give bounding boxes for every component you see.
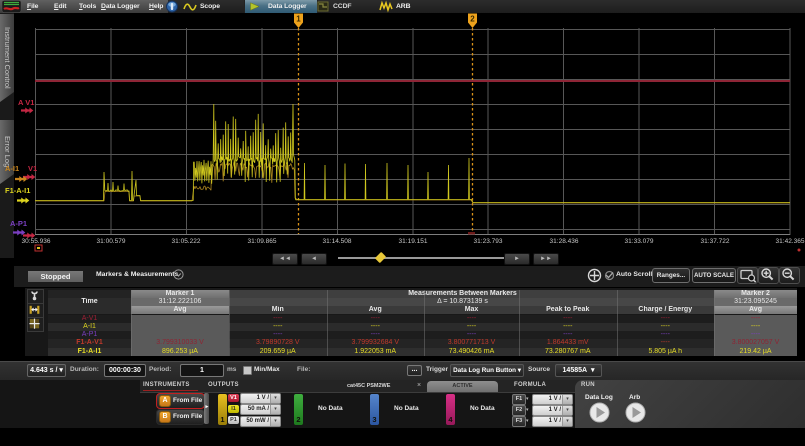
- svg-text:2: 2: [470, 15, 475, 24]
- svg-text:1: 1: [296, 15, 301, 24]
